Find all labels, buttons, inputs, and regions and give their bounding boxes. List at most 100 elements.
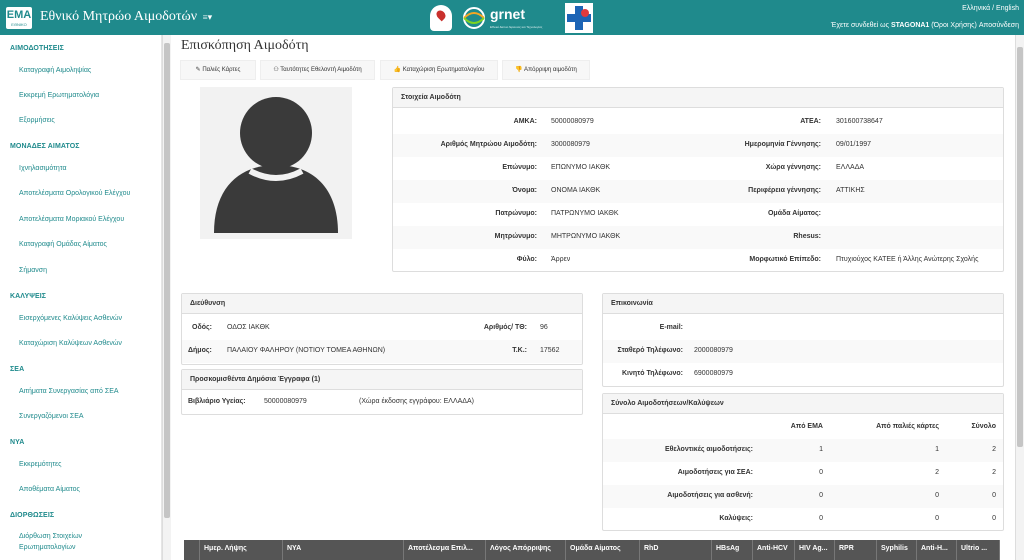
value-coverages-ema: 0 [819, 515, 823, 522]
grnet-label: grnet [490, 6, 525, 22]
sidebar-scrollbar[interactable] [162, 35, 171, 560]
column-header-rejection-reason[interactable]: Λόγος Απόρριψης [486, 540, 566, 560]
value-registry-number: 3000080979 [551, 141, 590, 148]
sidebar-item-blood-stock[interactable]: Αποθέματα Αίματος [19, 486, 80, 493]
column-from-ema: Από ΕΜΑ [790, 423, 823, 430]
donor-row: Αριθμός Μητρώου Αιμοδότη: 3000080979 Ημε… [393, 134, 1003, 157]
label-number: Αριθμός/ ΤΘ: [483, 324, 527, 331]
address-row: Δήμος: ΠΑΛΑΙΟΥ ΦΑΛΗΡΟΥ (ΝΟΤΙΟΥ ΤΟΜΕΑ ΑΘΗ… [182, 340, 582, 363]
column-header-anti-hcv[interactable]: Anti-HCV [753, 540, 795, 560]
sidebar-item-incoming-coverage[interactable]: Εισερχόμενες Καλύψεις Ασθενών [19, 315, 122, 322]
value-father-name: ΠΑΤΡΩΝΥΜΟ ΙΑΚΘΚ [551, 210, 619, 217]
column-header-blood-group[interactable]: Ομάδα Αίματος [566, 540, 640, 560]
summary-panel: Σύνολο Αιμοδοτήσεων/Καλύψεων Από ΕΜΑ Από… [602, 393, 1004, 531]
documents-panel: Προσκομισθέντα Δημόσια Έγγραφα (1) Βιβλι… [181, 369, 583, 415]
summary-header-row: Από ΕΜΑ Από παλιές κάρτες Σύνολο [603, 416, 1003, 439]
binoculars-icon: ⚇ [273, 67, 279, 73]
column-header-date[interactable]: Ημερ. Λήψης [200, 540, 283, 560]
label-birth-country: Χώρα γέννησης: [765, 164, 821, 171]
ema-logo[interactable]: ΕΜΑ ΕΘΝΙΚΟ [6, 7, 32, 29]
donor-details-title: Στοιχεία Αιμοδότη [393, 88, 1003, 108]
sidebar-item-sea-requests[interactable]: Αιτήματα Συνεργασίας από ΣΕΑ [19, 388, 119, 395]
sidebar-item-molecular-results[interactable]: Αποτελέσματα Μοριακού Ελέγχου [19, 216, 124, 223]
sidebar-item-sea-partners[interactable]: Συνεργαζόμενοι ΣΕΑ [19, 413, 84, 420]
label-first-name: Όνομα: [512, 187, 537, 194]
label-postal-code: Τ.Κ.: [512, 347, 527, 354]
sidebar-item-drives[interactable]: Εξορμήσεις [19, 117, 55, 124]
logout-link[interactable]: Αποσύνδεση [979, 22, 1019, 29]
column-header-nya[interactable]: ΝΥΑ [283, 540, 404, 560]
value-number: 96 [540, 324, 548, 331]
edit-icon: ✎ [195, 67, 201, 73]
column-header-syphilis[interactable]: Syphilis [877, 540, 917, 560]
donor-details-panel: Στοιχεία Αιμοδότη ΑΜΚΑ: 50000080979 ΑΤΕΑ… [392, 87, 1004, 272]
partner-logos: grnet Εθνικό Δίκτυο Έρευνας και Τεχνολογ… [430, 3, 600, 33]
value-postal-code: 17562 [540, 347, 560, 354]
sidebar-item-fix-questionnaires[interactable]: Διόρθωση Στοιχείων Ερωτηματολογίων [19, 531, 109, 553]
column-header-ultrio[interactable]: Ultrio ... [957, 540, 1000, 560]
sidebar-item-blood-collection[interactable]: Καταγραφή Αιμοληψίας [19, 67, 91, 74]
summary-row: Καλύψεις: 0 0 0 [603, 508, 1003, 531]
value-education: Πτυχιούχος ΚΑΤΕΕ ή Άλλης Ανώτερης Σχολής [836, 256, 979, 263]
terms-link[interactable]: (Όροι Χρήσης) [931, 22, 977, 29]
label-mobile: Κινητό Τηλέφωνο: [621, 370, 683, 377]
username: STAGONA1 [890, 22, 930, 29]
column-header-anti-h[interactable]: Anti-H... [917, 540, 957, 560]
tab-reject-donor[interactable]: 👎 Απόρριψη αιμοδότη [502, 60, 590, 80]
label-coverages: Καλύψεις: [719, 515, 753, 522]
column-header-hbsag[interactable]: HBsAg [712, 540, 753, 560]
address-row: Οδός: ΟΔΟΣ ΙΑΚΘΚ Αριθμός/ ΤΘ: 96 [182, 317, 582, 340]
tab-old-cards[interactable]: ✎ Παλιές Κάρτες [180, 60, 256, 80]
main-scrollbar[interactable] [1015, 35, 1024, 560]
documents-title: Προσκομισθέντα Δημόσια Έγγραφα (1) [182, 370, 582, 390]
label-for-sea: Αιμοδοτήσεις για ΣΕΑ: [677, 469, 753, 476]
sidebar-item-register-coverage[interactable]: Καταχώριση Καλύψεων Ασθενών [19, 340, 122, 347]
tab-donor-ids[interactable]: ⚇ Ταυτότητες Εθελοντή Αιμοδότη [260, 60, 375, 80]
column-header-selection-result[interactable]: Αποτέλεσμα Επιλ... [404, 540, 486, 560]
sidebar-item-blood-group[interactable]: Καταγραφή Ομάδας Αίματος [19, 241, 107, 248]
value-sea-old: 2 [935, 469, 939, 476]
sidebar-item-pending-items[interactable]: Εκκρεμότητες [19, 461, 62, 468]
summary-row: Αιμοδοτήσεις για ασθενή: 0 0 0 [603, 485, 1003, 508]
label-atea: ΑΤΕΑ: [800, 118, 821, 125]
value-municipality: ΠΑΛΑΙΟΥ ΦΑΛΗΡΟΥ (ΝΟΤΙΟΥ ΤΟΜΕΑ ΑΘΗΝΩΝ) [227, 347, 386, 354]
language-switch[interactable]: Ελληνικά / English [962, 5, 1019, 12]
value-atea: 301600738647 [836, 118, 883, 125]
column-header-hiv-ag[interactable]: HIV Ag... [795, 540, 835, 560]
address-title: Διεύθυνση [182, 294, 582, 314]
sidebar-scrollbar-thumb[interactable] [164, 43, 170, 518]
column-header-rpr[interactable]: RPR [835, 540, 877, 560]
value-coverages-old: 0 [935, 515, 939, 522]
label-voluntary: Εθελοντικές αιμοδοτήσεις: [664, 446, 753, 453]
summary-title: Σύνολο Αιμοδοτήσεων/Καλύψεων [603, 394, 1003, 414]
app-title[interactable]: Εθνικό Μητρώο Αιμοδοτών ≡▾ [40, 9, 212, 25]
contact-panel: Επικοινωνία E-mail: Σταθερό Τηλέφωνο: 20… [602, 293, 1004, 387]
sidebar-item-traceability[interactable]: Ιχνηλασιμότητα [19, 165, 67, 172]
value-document: 50000080979 [264, 398, 307, 405]
contact-row: Σταθερό Τηλέφωνο: 2000080979 [603, 340, 1003, 363]
table-expand-column [184, 540, 200, 560]
sidebar-item-pending-questionnaires[interactable]: Εκκρεμή Ερωτηματολόγια [19, 92, 99, 99]
main-scrollbar-thumb[interactable] [1017, 47, 1023, 447]
value-amka: 50000080979 [551, 118, 594, 125]
label-amka: ΑΜΚΑ: [513, 118, 537, 125]
page-title: Επισκόπηση Αιμοδότη [181, 38, 309, 53]
sidebar-item-labeling[interactable]: Σήμανση [19, 267, 47, 274]
summary-row: Εθελοντικές αιμοδοτήσεις: 1 1 2 [603, 439, 1003, 462]
column-header-rhd[interactable]: RhD [640, 540, 712, 560]
sidebar-item-serology-results[interactable]: Αποτελέσματα Ορολογικού Ελέγχου [19, 190, 130, 197]
value-birth-country: ΕΛΛΑΔΑ [836, 164, 865, 171]
label-rhesus: Rhesus: [793, 233, 821, 240]
value-coverages-total: 0 [992, 515, 996, 522]
tab-register-questionnaire[interactable]: 👍 Καταχώριση Ερωτηματολογίου [380, 60, 498, 80]
address-panel: Διεύθυνση Οδός: ΟΔΟΣ ΙΑΚΘΚ Αριθμός/ ΤΘ: … [181, 293, 583, 365]
label-registry-number: Αριθμός Μητρώου Αιμοδότη: [440, 141, 537, 148]
value-patient-ema: 0 [819, 492, 823, 499]
donations-table-header: Ημερ. Λήψης ΝΥΑ Αποτέλεσμα Επιλ... Λόγος… [184, 540, 1000, 560]
label-sex: Φύλο: [516, 256, 537, 263]
top-bar: ΕΜΑ ΕΘΝΙΚΟ Εθνικό Μητρώο Αιμοδοτών ≡▾ grn… [0, 0, 1024, 35]
value-patient-total: 0 [992, 492, 996, 499]
value-patient-old: 0 [935, 492, 939, 499]
menu-caret-icon[interactable]: ≡▾ [203, 12, 213, 22]
contact-title: Επικοινωνία [603, 294, 1003, 314]
